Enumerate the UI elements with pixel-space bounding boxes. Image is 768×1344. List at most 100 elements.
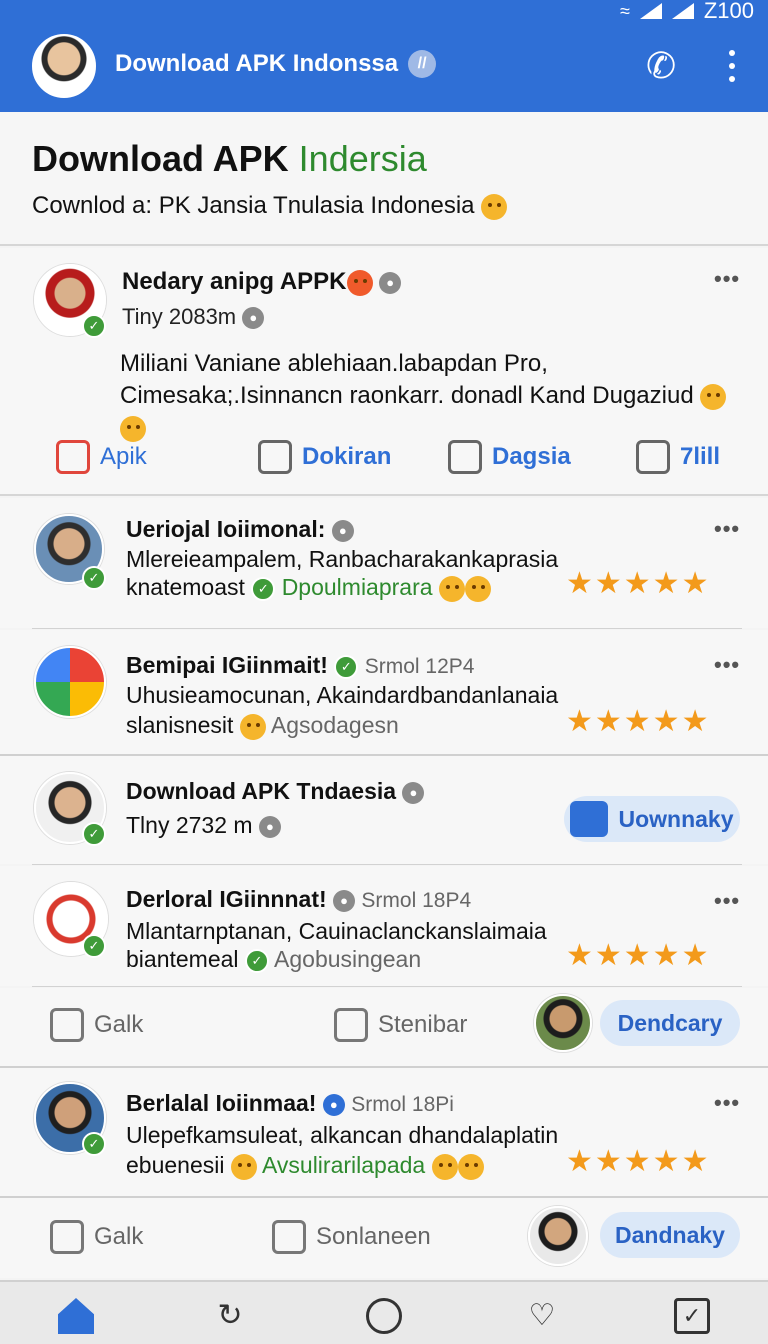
post-meta-text: Tiny 2083m bbox=[122, 304, 237, 329]
download-button[interactable]: Dandnaky bbox=[600, 1212, 740, 1258]
list-item[interactable]: ✓ Ueriojal Ioiimonal: ● Mlereieampalem, … bbox=[0, 498, 768, 628]
app-title: Download APK Indonssa // bbox=[115, 50, 437, 78]
item-title: Ueriojal Ioiimonal: ● bbox=[126, 516, 354, 543]
thumbs-up-icon bbox=[56, 440, 90, 474]
page-title: Download APK Indersia bbox=[32, 138, 427, 180]
verified-icon: // bbox=[408, 50, 437, 78]
profile-avatar[interactable] bbox=[32, 34, 96, 98]
item-line2-prefix: slanisnesit bbox=[126, 712, 234, 738]
bottom-nav: ↻ ♡ ✓ bbox=[0, 1280, 768, 1344]
emoji-icon bbox=[438, 575, 465, 602]
download-label: Dendcary bbox=[617, 1009, 723, 1036]
phone-icon[interactable]: ✆ bbox=[646, 46, 676, 86]
download-label: Dandnaky bbox=[615, 1221, 725, 1248]
item-line2: knatemoast ✓ Dpoulmiaprara bbox=[126, 574, 491, 602]
list-item[interactable]: Bemipai IGiinmait! ✓ Srmol 12P4 Uhusieam… bbox=[0, 630, 768, 754]
emoji-icon bbox=[481, 193, 508, 220]
item-more-icon[interactable]: ••• bbox=[714, 888, 740, 914]
item-title-text: Bemipai IGiinmait! bbox=[126, 652, 328, 678]
like-button[interactable]: Galk bbox=[50, 1008, 143, 1042]
list-item[interactable]: ✓ Derloral IGiinnnat! ● Srmol 18P4 Mlant… bbox=[0, 866, 768, 986]
share-label: Stenibar bbox=[378, 1011, 468, 1038]
badge-icon: ● bbox=[322, 1093, 345, 1116]
item-line1: Mlantarnptanan, Cauinaclanckanslaimaia bbox=[126, 918, 547, 944]
post-actions: Apik Dokiran Dagsia 7lill bbox=[0, 436, 768, 480]
divider bbox=[32, 864, 742, 865]
emoji-icon bbox=[700, 383, 727, 410]
home-icon[interactable] bbox=[58, 1298, 94, 1334]
status-bar: ≈ Z100 bbox=[0, 0, 768, 23]
page-title-main: Download APK bbox=[32, 138, 299, 179]
share-button[interactable]: 7lill bbox=[636, 440, 720, 474]
divider bbox=[32, 628, 742, 629]
item-tag: Agobusingean bbox=[274, 946, 422, 972]
contact-avatar bbox=[528, 1206, 588, 1266]
page-subtitle: Cownlod a: PK Jansia Tnulasia Indonesia bbox=[32, 192, 508, 220]
emoji-icon bbox=[457, 1153, 484, 1180]
like-button[interactable]: Galk bbox=[50, 1220, 143, 1254]
comment-label: Sonlaneen bbox=[316, 1223, 431, 1250]
item-line2: ebuenesii Avsulirarilapada bbox=[126, 1152, 484, 1180]
wifi-icon: ≈ bbox=[619, 0, 630, 21]
bookmark-icon[interactable]: ♡ bbox=[524, 1298, 560, 1334]
download-button[interactable]: Uownnaky bbox=[564, 796, 740, 842]
item-title-text: Ueriojal Ioiimonal: bbox=[126, 516, 326, 542]
refresh-icon[interactable]: ↻ bbox=[212, 1298, 248, 1334]
emoji-icon bbox=[431, 1153, 458, 1180]
signal-icon-2 bbox=[671, 3, 694, 19]
badge-icon: ● bbox=[379, 271, 402, 294]
circle-icon[interactable] bbox=[366, 1298, 402, 1334]
comment-button[interactable]: Sonlaneen bbox=[272, 1220, 431, 1254]
rating-stars: ★★★★★ bbox=[566, 705, 711, 738]
emoji-icon bbox=[464, 575, 491, 602]
rating-stars: ★★★★★ bbox=[566, 939, 711, 972]
comment-icon bbox=[272, 1220, 306, 1254]
page-header: Download APK Indersia Cownlod a: PK Jans… bbox=[0, 112, 768, 246]
comment-icon bbox=[448, 440, 482, 474]
download-button[interactable]: Dendcary bbox=[600, 1000, 740, 1046]
online-badge-icon: ✓ bbox=[82, 822, 106, 846]
item-title-text: Derloral IGiinnnat! bbox=[126, 886, 327, 912]
item-title: Bemipai IGiinmait! ✓ Srmol 12P4 bbox=[126, 652, 474, 679]
post-author-name: Nedary anipg APPK ● bbox=[122, 268, 402, 296]
like-button[interactable]: Apik bbox=[56, 440, 147, 474]
post-author-name-text: Nedary anipg APPK bbox=[122, 268, 347, 295]
item-line2-prefix: biantemeal bbox=[126, 946, 239, 972]
thumbs-up-icon bbox=[50, 1008, 84, 1042]
dokiran-label: Dokiran bbox=[302, 443, 392, 470]
badge-icon: ● bbox=[258, 815, 281, 838]
item-line2-prefix: ebuenesii bbox=[126, 1152, 225, 1178]
download-label: Uownnaky bbox=[618, 805, 734, 832]
list-item[interactable]: ✓ Download APK Tndaesia ● Tlny 2732 m ● … bbox=[0, 756, 768, 864]
item-more-icon[interactable]: ••• bbox=[714, 516, 740, 542]
kebab-menu-icon[interactable] bbox=[722, 50, 742, 82]
item-tag: Agsodagesn bbox=[270, 712, 399, 738]
emoji-icon bbox=[346, 269, 373, 296]
item-line2: slanisnesit Agsodagesn bbox=[126, 712, 399, 740]
item-actions: Galk Sonlaneen Dandnaky bbox=[0, 1198, 768, 1278]
item-more-icon[interactable]: ••• bbox=[714, 1090, 740, 1116]
badge-icon: ● bbox=[242, 307, 265, 330]
signal-icon bbox=[639, 3, 662, 19]
app-title-text: Download APK Indonssa bbox=[115, 50, 399, 77]
item-tag: Dpoulmiaprara bbox=[281, 574, 433, 600]
post-body: Miliani Vaniane ablehiaan.labapdan Pro, … bbox=[120, 348, 750, 444]
comment-button[interactable]: Dagsia bbox=[448, 440, 571, 474]
page-title-accent: Indersia bbox=[298, 138, 427, 179]
item-title-text: Download APK Tndaesia bbox=[126, 778, 397, 804]
list-item[interactable]: ✓ Berlalal Ioiinmaa! ● Srmol 18Pi Ulepef… bbox=[0, 1068, 768, 1196]
item-more-icon[interactable]: ••• bbox=[714, 652, 740, 678]
item-time: Srmol 18P4 bbox=[361, 889, 472, 912]
item-title-text: Berlalal Ioiinmaa! bbox=[126, 1090, 317, 1116]
checkbox-icon[interactable]: ✓ bbox=[674, 1298, 710, 1334]
item-line1: Mlereieampalem, Ranbacharakankaprasia bbox=[126, 546, 559, 572]
post-more-icon[interactable]: ••• bbox=[714, 266, 740, 292]
like-label: Apik bbox=[100, 443, 147, 470]
share-button[interactable]: Stenibar bbox=[334, 1008, 467, 1042]
like-label: Galk bbox=[94, 1223, 144, 1250]
dokiran-button[interactable]: Dokiran bbox=[258, 440, 391, 474]
rating-stars: ★★★★★ bbox=[566, 567, 711, 600]
check-badge-icon: ✓ bbox=[244, 948, 269, 973]
contact-avatar bbox=[534, 994, 592, 1052]
badge-icon: ● bbox=[333, 889, 356, 912]
